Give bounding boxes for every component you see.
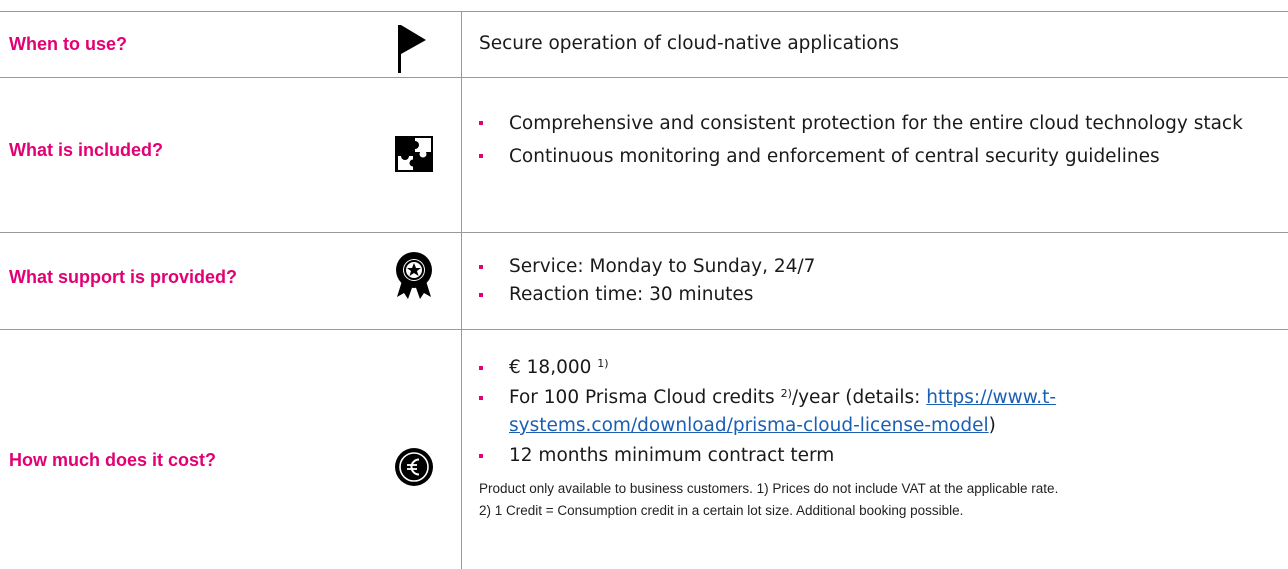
row-label-cost: How much does it cost? bbox=[9, 450, 217, 470]
list-item: For 100 Prisma Cloud credits 2)/year (de… bbox=[479, 384, 1284, 440]
puzzle-icon bbox=[393, 132, 435, 179]
cost-list: € 18,000 1) For 100 Prisma Cloud credits… bbox=[479, 354, 1284, 470]
flag-icon bbox=[396, 23, 428, 80]
list-item: Comprehensive and consistent protection … bbox=[479, 109, 1284, 138]
row-label-included: What is included? bbox=[9, 140, 164, 160]
list-item: 12 months minimum contract term bbox=[479, 442, 1284, 470]
row-label-support: What support is provided? bbox=[9, 267, 237, 287]
row-content-when: Secure operation of cloud-native applica… bbox=[479, 30, 1284, 58]
row-when-to-use: When to use? Secure operation of cloud-n… bbox=[0, 11, 1288, 78]
when-text: Secure operation of cloud-native applica… bbox=[479, 33, 900, 54]
list-item: Service: Monday to Sunday, 24/7 bbox=[479, 253, 1284, 281]
credits-mid: /year (details: bbox=[791, 387, 927, 408]
row-what-included: What is included? Comprehensive and cons… bbox=[0, 77, 1288, 233]
support-list: Service: Monday to Sunday, 24/7 Reaction… bbox=[479, 253, 1284, 309]
award-badge-icon bbox=[393, 251, 435, 306]
row-support: What support is provided? Service: Monda… bbox=[0, 232, 1288, 330]
row-content-support: Service: Monday to Sunday, 24/7 Reaction… bbox=[479, 253, 1284, 309]
row-content-included: Comprehensive and consistent protection … bbox=[479, 109, 1284, 171]
list-item: € 18,000 1) bbox=[479, 354, 1284, 382]
credits-footnote-ref: 2) bbox=[780, 387, 792, 400]
credits-suffix: ) bbox=[988, 415, 996, 436]
footnote-line-2: 2) 1 Credit = Consumption credit in a ce… bbox=[479, 503, 964, 518]
footnote: Product only available to business custo… bbox=[479, 478, 1284, 522]
list-item: Continuous monitoring and enforcement of… bbox=[479, 142, 1284, 171]
euro-icon bbox=[394, 447, 434, 492]
credits-text: For 100 Prisma Cloud credits bbox=[509, 387, 775, 408]
price-footnote-ref: 1) bbox=[597, 357, 609, 370]
footnote-line-1: Product only available to business custo… bbox=[479, 481, 1059, 496]
row-label-when: When to use? bbox=[9, 34, 127, 54]
included-list: Comprehensive and consistent protection … bbox=[479, 109, 1284, 171]
price-value: € 18,000 bbox=[509, 357, 592, 378]
row-content-cost: € 18,000 1) For 100 Prisma Cloud credits… bbox=[479, 354, 1284, 522]
row-cost: How much does it cost? € 18,000 1) For 1… bbox=[0, 329, 1288, 569]
list-item: Reaction time: 30 minutes bbox=[479, 281, 1284, 309]
